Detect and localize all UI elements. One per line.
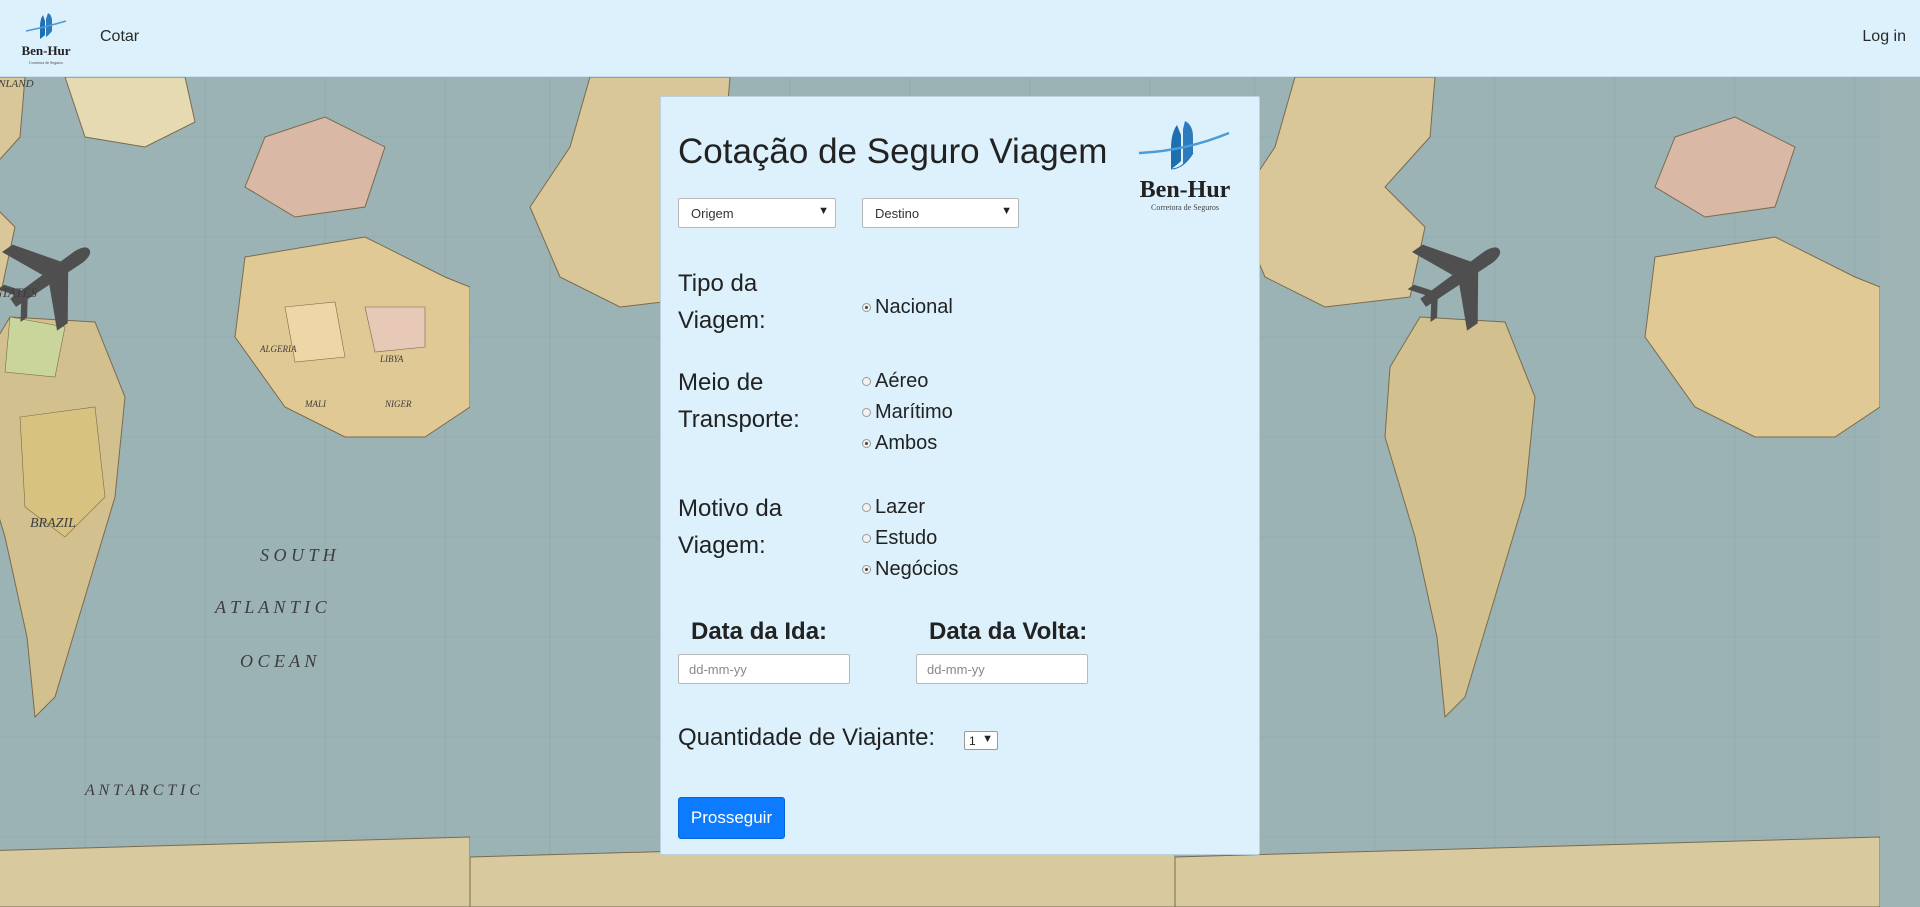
map-label-states: STATES — [0, 285, 37, 300]
radio-label: Nacional — [875, 295, 953, 318]
radio-negocios[interactable]: Negócios — [862, 555, 958, 583]
brand-logo[interactable]: Ben-Hur Corretora de Seguros — [16, 9, 76, 69]
map-label-niger: NIGER — [384, 399, 412, 409]
radio-unchecked-icon[interactable] — [862, 376, 871, 386]
radio-unchecked-icon[interactable] — [862, 533, 871, 543]
map-label-libya: LIBYA — [379, 354, 404, 364]
destino-select[interactable]: Destino ▼ — [862, 198, 1019, 228]
data-volta-input[interactable]: dd-mm-yy — [916, 654, 1088, 684]
map-label-greenland: GREENLAND — [0, 78, 34, 90]
nav-login-link[interactable]: Log in — [1862, 28, 1906, 46]
map-label-south: S O U T H — [260, 545, 337, 565]
data-volta-placeholder: dd-mm-yy — [927, 662, 985, 677]
meio-transporte-label-line2: Transporte: — [678, 406, 800, 433]
radio-label: Lazer — [875, 495, 926, 518]
data-ida-label: Data da Ida: — [691, 618, 828, 645]
brand-name-text: Ben-Hur — [21, 43, 70, 58]
radio-checked-icon[interactable] — [862, 302, 871, 312]
page-title: Cotação de Seguro Viagem — [678, 132, 1108, 171]
radio-checked-icon[interactable] — [862, 438, 871, 448]
motivo-viagem-label-line1: Motivo da — [678, 495, 783, 522]
map-tile: GREENLAND STATES ALGERIA LIBYA MALI NIGE… — [0, 77, 470, 907]
brand-name-text: Ben-Hur — [1140, 177, 1231, 203]
map-label-antarctic: A N T A R C T I C — [84, 782, 200, 799]
meio-transporte-label-line1: Meio de — [678, 369, 764, 396]
quantidade-select[interactable]: 1 ▼ — [964, 731, 998, 750]
map-label-mali: MALI — [304, 399, 327, 409]
data-ida-input[interactable]: dd-mm-yy — [678, 654, 850, 684]
tipo-viagem-label-line2: Viagem: — [678, 307, 766, 334]
radio-label: Negócios — [875, 557, 959, 580]
map-label-algeria: ALGERIA — [259, 344, 297, 354]
radio-label: Aéreo — [875, 369, 929, 392]
map-label-atlantic: A T L A N T I C — [214, 597, 328, 617]
chevron-down-icon: ▼ — [818, 205, 829, 217]
radio-aereo[interactable]: Aéreo — [862, 367, 928, 395]
quantidade-label: Quantidade de Viajante: — [678, 724, 936, 751]
motivo-viagem-label: Motivo da Viagem: — [678, 490, 848, 564]
tipo-viagem-label: Tipo da Viagem: — [678, 265, 838, 339]
map-tile — [1175, 77, 1880, 907]
data-volta-label: Data da Volta: — [929, 618, 1088, 645]
data-ida-placeholder: dd-mm-yy — [689, 662, 747, 677]
map-label-ocean: O C E A N — [240, 651, 317, 671]
destino-select-value: Destino — [875, 206, 920, 221]
quantidade-value: 1 — [969, 734, 976, 748]
nav-cotar-link[interactable]: Cotar — [100, 28, 139, 46]
map-label-brazil: BRAZIL — [30, 516, 76, 531]
radio-unchecked-icon[interactable] — [862, 407, 871, 417]
radio-label: Marítimo — [875, 400, 953, 423]
top-navbar: Ben-Hur Corretora de Seguros Cotar Log i… — [0, 0, 1920, 77]
brand-tagline-text: Corretora de Seguros — [29, 60, 63, 65]
origem-select-value: Origem — [691, 206, 734, 221]
tipo-viagem-label-line1: Tipo da — [678, 270, 758, 297]
meio-transporte-label: Meio de Transporte: — [678, 364, 848, 438]
radio-maritimo[interactable]: Marítimo — [862, 398, 953, 426]
radio-label: Estudo — [875, 526, 938, 549]
radio-label: Ambos — [875, 431, 938, 454]
radio-unchecked-icon[interactable] — [862, 502, 871, 512]
brand-tagline-text: Corretora de Seguros — [1151, 203, 1219, 212]
chevron-down-icon: ▼ — [982, 733, 993, 745]
radio-ambos[interactable]: Ambos — [862, 429, 937, 457]
motivo-viagem-label-line2: Viagem: — [678, 532, 766, 559]
radio-estudo[interactable]: Estudo — [862, 524, 937, 552]
brand-logo-large: Ben-Hur Corretora de Seguros — [1138, 121, 1231, 212]
prosseguir-button[interactable]: Prosseguir — [678, 797, 785, 839]
chevron-down-icon: ▼ — [1001, 205, 1012, 217]
radio-checked-icon[interactable] — [862, 564, 871, 574]
radio-nacional[interactable]: Nacional — [862, 293, 953, 321]
radio-lazer[interactable]: Lazer — [862, 493, 925, 521]
origem-select[interactable]: Origem ▼ — [678, 198, 836, 228]
quote-form-card: Cotação de Seguro Viagem Ben-Hur Correto… — [660, 96, 1260, 855]
